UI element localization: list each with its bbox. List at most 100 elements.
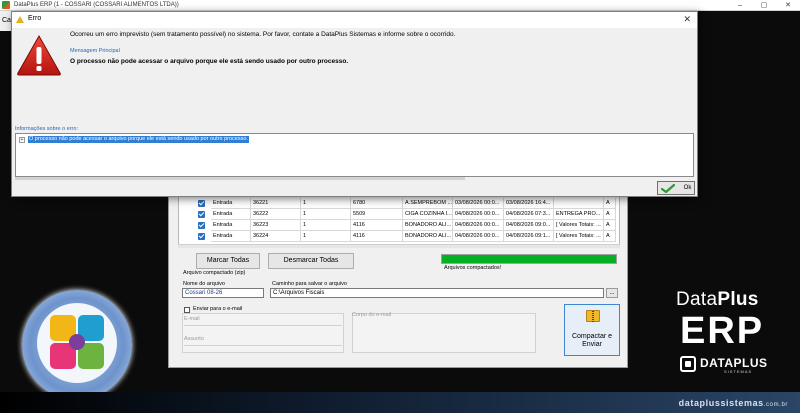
- table-row[interactable]: Entrada 36222 1 5509 CIGA COZINHA I... 0…: [179, 209, 619, 220]
- cell-status: A: [604, 231, 616, 242]
- cell-type: Entrada: [211, 220, 251, 231]
- cell-status: A: [604, 220, 616, 231]
- row-checkbox[interactable]: [198, 222, 205, 229]
- zip-section-label: Arquivo compactado (zip): [183, 270, 246, 276]
- file-name-label: Nome do arquivo: [183, 281, 225, 287]
- dialog-close-button[interactable]: ✕: [683, 14, 691, 25]
- cell-type: Entrada: [211, 198, 251, 209]
- dataplus-logo-icon: [680, 356, 696, 372]
- brand-plus: Plus: [717, 289, 759, 310]
- cell-notes: [ Valores Totais: ...: [554, 231, 604, 242]
- cell-datetime: 03/08/2026 16:4...: [504, 198, 554, 209]
- tree-item-error[interactable]: O processo não pode acessar o arquivo po…: [28, 136, 249, 143]
- subject-label: Assunto: [184, 336, 204, 342]
- green-check-icon: [661, 184, 675, 193]
- cell-datetime: 04/08/2026 07:3...: [504, 209, 554, 220]
- error-info-label: Informações sobre o erro:: [15, 126, 78, 132]
- cell-name: A.SEMPREBOM ...: [403, 198, 453, 209]
- cell-series: 1: [301, 220, 351, 231]
- email-label: E-mail: [184, 316, 200, 322]
- save-path-input[interactable]: C:\Arquivos Fiscais: [270, 288, 604, 298]
- cell-notes: [554, 198, 604, 209]
- brand-dataplus: DataPlus: [676, 289, 759, 311]
- row-checkbox[interactable]: [198, 200, 205, 207]
- cell-date: 04/08/2026 00:0...: [453, 209, 504, 220]
- brand-erp: ERP: [680, 310, 765, 352]
- progress-fill: [442, 255, 616, 263]
- app-logo-icon: [2, 1, 10, 9]
- email-panel: [182, 313, 344, 353]
- compression-progress-bar: [441, 254, 617, 264]
- deselect-all-button[interactable]: Desmarcar Todas: [268, 253, 354, 269]
- table-row[interactable]: Entrada 36224 1 4116 BONADORO ALI... 04/…: [179, 231, 619, 242]
- warning-small-icon: [16, 16, 24, 23]
- table-row[interactable]: Entrada 36223 1 4116 BONADORO ALI... 04/…: [179, 220, 619, 231]
- brand-company-sub: SISTEMAS: [724, 369, 753, 374]
- cell-status: A: [604, 209, 616, 220]
- row-checkbox[interactable]: [198, 233, 205, 240]
- minimize-button[interactable]: –: [728, 0, 752, 11]
- error-message: Ocorreu um erro imprevisto (sem tratamen…: [70, 31, 456, 38]
- cell-number: 36222: [251, 209, 301, 220]
- app-menu-partial[interactable]: Ca: [0, 11, 11, 31]
- puzzle-hub-icon: [69, 334, 85, 350]
- file-name-input[interactable]: Cossari 08-26: [182, 288, 264, 298]
- email-input[interactable]: [184, 325, 342, 326]
- cell-code: 4116: [351, 220, 403, 231]
- select-all-button[interactable]: Marcar Todas: [196, 253, 260, 269]
- row-checkbox[interactable]: [198, 211, 205, 218]
- cell-datetime: 04/08/2026 09:0...: [504, 220, 554, 231]
- cell-notes: [ Valores Totais: ...: [554, 220, 604, 231]
- cell-number: 36221: [251, 198, 301, 209]
- cell-date: 03/08/2026 00:0...: [453, 198, 504, 209]
- info-horizontal-scrollbar[interactable]: [15, 177, 465, 180]
- documents-grid[interactable]: Entrada 36221 1 6780 A.SEMPREBOM ... 03/…: [178, 195, 620, 245]
- cell-type: Entrada: [211, 209, 251, 220]
- cell-notes: ENTREGA PRO...: [554, 209, 604, 220]
- save-path-label: Caminho para salvar o arquivo: [272, 281, 347, 287]
- send-email-label: Enviar para o e-mail: [193, 306, 243, 312]
- cell-date: 04/08/2026 00:0...: [453, 220, 504, 231]
- window-controls: – ▢ ✕: [728, 0, 800, 11]
- main-error-message: O processo não pode acessar o arquivo po…: [70, 58, 349, 65]
- window-close-button[interactable]: ✕: [776, 0, 800, 11]
- dialog-title: Erro: [28, 15, 42, 22]
- warning-triangle-icon: [17, 34, 61, 76]
- dialog-titlebar: Erro ✕: [12, 12, 697, 28]
- cell-series: 1: [301, 198, 351, 209]
- cell-code: 6780: [351, 198, 403, 209]
- cell-code: 4116: [351, 231, 403, 242]
- error-info-tree[interactable]: + O processo não pode acessar o arquivo …: [15, 133, 694, 177]
- cell-date: 04/08/2026 00:0...: [453, 231, 504, 242]
- cell-name: BONADORO ALI...: [403, 231, 453, 242]
- cell-number: 36224: [251, 231, 301, 242]
- app-title: DataPlus ERP (1 - COSSARI (COSSARI ALIME…: [14, 2, 179, 8]
- grid-horizontal-scrollbar[interactable]: [178, 244, 620, 248]
- footer-website: dataplussistemas.com.br: [679, 398, 788, 408]
- footer-band: dataplussistemas.com.br: [0, 392, 800, 413]
- tree-expand-icon[interactable]: +: [19, 137, 25, 143]
- zip-archive-icon: [586, 310, 600, 322]
- table-row[interactable]: Entrada 36221 1 6780 A.SEMPREBOM ... 03/…: [179, 198, 619, 209]
- cell-number: 36223: [251, 220, 301, 231]
- footer-site-suffix: .com.br: [763, 402, 788, 408]
- cell-type: Entrada: [211, 231, 251, 242]
- footer-site: dataplussistemas: [678, 398, 764, 408]
- browse-path-button[interactable]: ...: [606, 288, 618, 298]
- brand-data: Data: [676, 289, 718, 310]
- cell-name: CIGA COZINHA I...: [403, 209, 453, 220]
- cell-datetime: 04/08/2026 09:1...: [504, 231, 554, 242]
- maximize-button[interactable]: ▢: [752, 0, 776, 11]
- app-titlebar: DataPlus ERP (1 - COSSARI (COSSARI ALIME…: [0, 0, 800, 11]
- subject-input[interactable]: [184, 345, 342, 346]
- cell-series: 1: [301, 231, 351, 242]
- progress-status: Arquivos compactados!: [444, 265, 502, 271]
- main-message-label: Mensagem Principal: [70, 48, 120, 54]
- cell-name: BONADORO ALI...: [403, 220, 453, 231]
- email-body-input[interactable]: [352, 313, 536, 353]
- email-body-label: Corpo do e-mail: [352, 312, 392, 318]
- cell-status: A: [604, 198, 616, 209]
- error-dialog: Erro ✕ Ocorreu um erro imprevisto (sem t…: [11, 11, 698, 197]
- cell-code: 5509: [351, 209, 403, 220]
- brand-company: DATAPLUS: [700, 356, 768, 370]
